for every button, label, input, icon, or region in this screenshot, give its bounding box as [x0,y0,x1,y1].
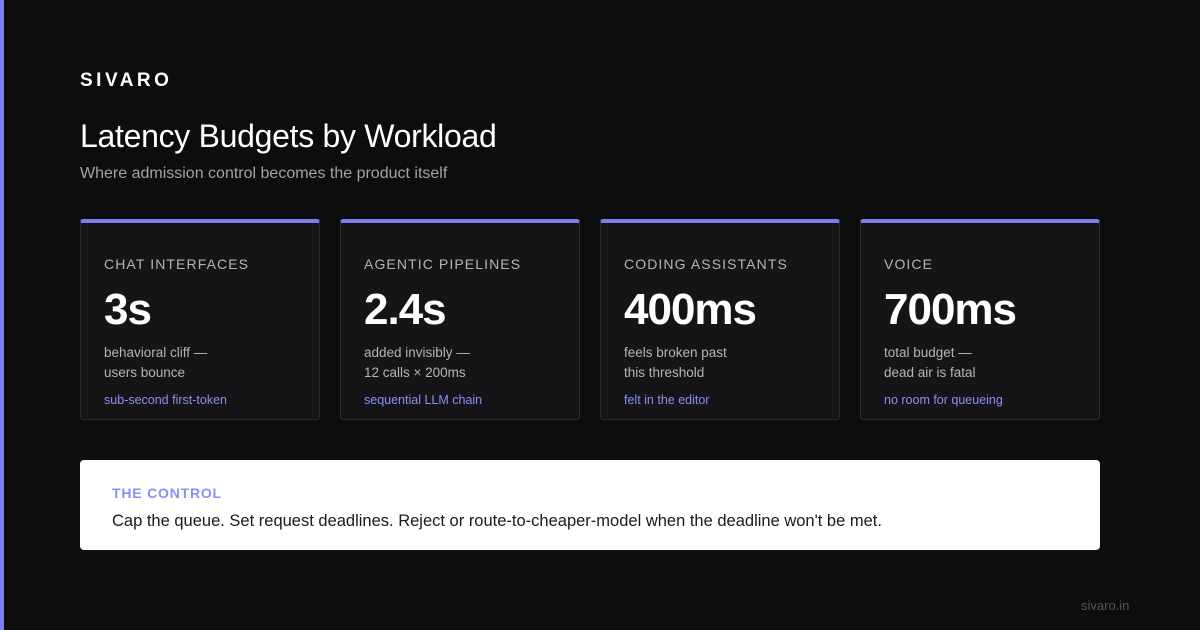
control-label: THE CONTROL [112,485,222,501]
card-note: felt in the editor [624,393,710,407]
card-description-line: added invisibly — [364,345,470,360]
card-description-line: dead air is fatal [884,365,976,380]
card-value: 3s [104,285,152,334]
page-title: Latency Budgets by Workload [80,118,497,154]
card-note: sequential LLM chain [364,393,483,407]
card-agentic-pipelines: AGENTIC PIPELINES 2.4s added invisibly —… [340,219,580,420]
card-description-line: feels broken past [624,345,727,360]
card-chat-interfaces: CHAT INTERFACES 3s behavioral cliff — us… [80,219,320,420]
card-description: feels broken past this threshold [624,343,727,383]
card-value: 2.4s [364,285,447,334]
card-label: AGENTIC PIPELINES [364,256,522,272]
card-value: 700ms [884,285,1017,334]
workload-cards: CHAT INTERFACES 3s behavioral cliff — us… [80,219,1100,420]
page-subtitle: Where admission control becomes the prod… [80,165,448,182]
card-description: total budget — dead air is fatal [884,343,976,383]
brand-logo: SIVARO [80,70,173,91]
control-text: Cap the queue. Set request deadlines. Re… [112,512,882,530]
left-accent-bar [0,0,4,630]
card-label: CHAT INTERFACES [104,256,250,272]
card-value: 400ms [624,285,757,334]
card-label: CODING ASSISTANTS [624,256,788,272]
control-callout: THE CONTROL Cap the queue. Set request d… [80,460,1100,550]
card-coding-assistants: CODING ASSISTANTS 400ms feels broken pas… [600,219,840,420]
card-voice: VOICE 700ms total budget — dead air is f… [860,219,1100,420]
card-description-line: users bounce [104,365,186,380]
card-description-line: behavioral cliff — [104,345,208,360]
card-description-line: 12 calls × 200ms [364,365,466,380]
card-description: behavioral cliff — users bounce [104,343,207,383]
card-description-line: total budget — [884,345,972,360]
card-description-line: this threshold [624,365,705,380]
card-label: VOICE [884,256,934,272]
card-description: added invisibly — 12 calls × 200ms [364,343,470,383]
card-note: sub-second first-token [104,393,227,407]
footer-url: sivaro.in [1081,598,1130,613]
card-note: no room for queueing [884,393,1003,407]
